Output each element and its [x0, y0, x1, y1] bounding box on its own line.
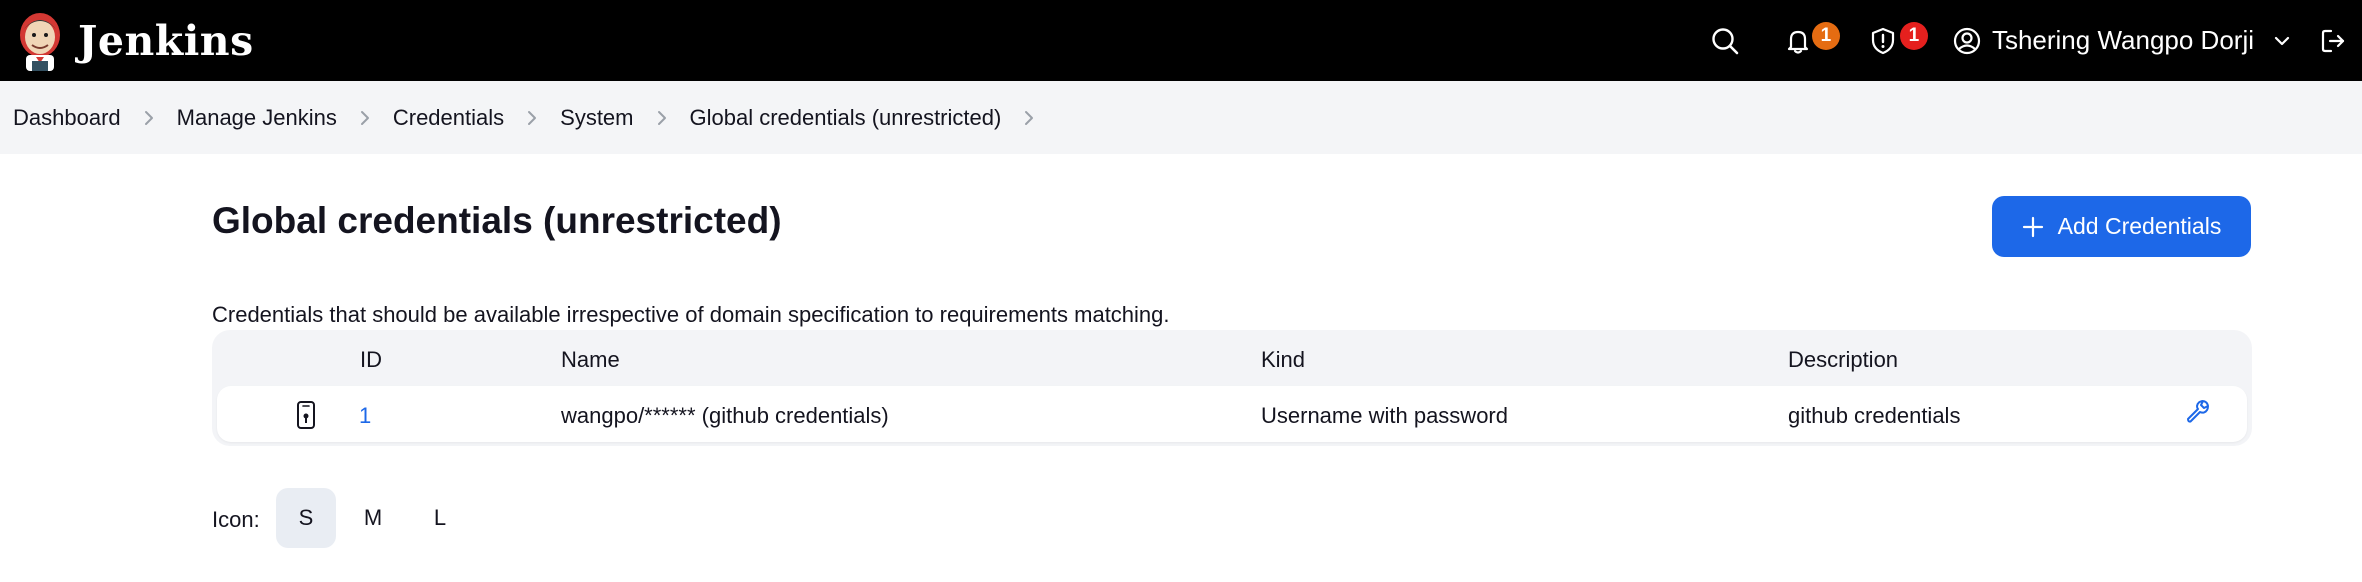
column-header-kind[interactable]: Kind [1261, 347, 1305, 373]
user-icon [1953, 27, 1981, 54]
icon-size-large-button[interactable]: L [410, 488, 470, 548]
column-header-description[interactable]: Description [1788, 347, 1898, 373]
bell-icon [1787, 30, 1809, 54]
user-menu[interactable]: Tshering Wangpo Dorji [1952, 0, 2292, 81]
page-description: Credentials that should be available irr… [212, 302, 1170, 327]
page-title: Global credentials (unrestricted) [212, 200, 782, 241]
icon-size-small-button[interactable]: S [276, 488, 336, 548]
mobile-key-icon [297, 401, 315, 429]
logout-icon [2321, 29, 2345, 52]
top-navigation-bar: Jenkins 1 1 Tshering Wangpo Dorji [0, 0, 2362, 81]
chevron-right-icon[interactable] [1001, 81, 1057, 154]
add-credentials-button[interactable]: Add Credentials [1992, 196, 2251, 257]
add-credentials-label: Add Credentials [2057, 213, 2222, 239]
notifications-badge: 1 [1811, 22, 1840, 50]
icon-size-label: Icon: [212, 507, 260, 532]
breadcrumb-system[interactable]: System [560, 105, 633, 131]
app-name: Jenkins [78, 16, 254, 65]
credential-name: wangpo/****** (github credentials) [561, 403, 889, 428]
chevron-right-icon [121, 81, 177, 154]
search-button[interactable] [1690, 0, 1760, 81]
notifications-button[interactable]: 1 [1772, 0, 1850, 81]
column-header-name[interactable]: Name [561, 347, 620, 373]
breadcrumb-manage-jenkins[interactable]: Manage Jenkins [177, 105, 337, 131]
credential-description: github credentials [1788, 403, 1961, 428]
chevron-right-icon [337, 81, 393, 154]
chevron-right-icon [504, 81, 560, 154]
top-actions: 1 1 Tshering Wangpo Dorji [1690, 0, 2362, 81]
column-header-id[interactable]: ID [360, 347, 382, 373]
shield-alert-icon [1871, 27, 1895, 54]
plus-icon [2022, 216, 2044, 238]
breadcrumb-credentials[interactable]: Credentials [393, 105, 504, 131]
jenkins-home-link[interactable]: Jenkins [14, 0, 254, 81]
credential-id-link[interactable]: 1 [359, 403, 371, 429]
chevron-right-icon [634, 81, 690, 154]
wrench-icon[interactable] [2185, 398, 2211, 424]
user-name: Tshering Wangpo Dorji [1991, 25, 2254, 55]
icon-size-medium-button[interactable]: M [343, 488, 403, 548]
logout-button[interactable] [2304, 0, 2362, 81]
security-badge: 1 [1899, 22, 1928, 50]
chevron-down-icon[interactable] [2272, 31, 2292, 51]
breadcrumb: Dashboard Manage Jenkins Credentials Sys… [0, 81, 2362, 154]
credential-kind: Username with password [1261, 403, 1508, 428]
security-button[interactable]: 1 [1858, 0, 1938, 81]
jenkins-logo-icon [20, 12, 60, 71]
breadcrumb-global-credentials[interactable]: Global credentials (unrestricted) [690, 105, 1002, 131]
search-icon [1712, 27, 1739, 54]
breadcrumb-dashboard[interactable]: Dashboard [13, 105, 121, 131]
